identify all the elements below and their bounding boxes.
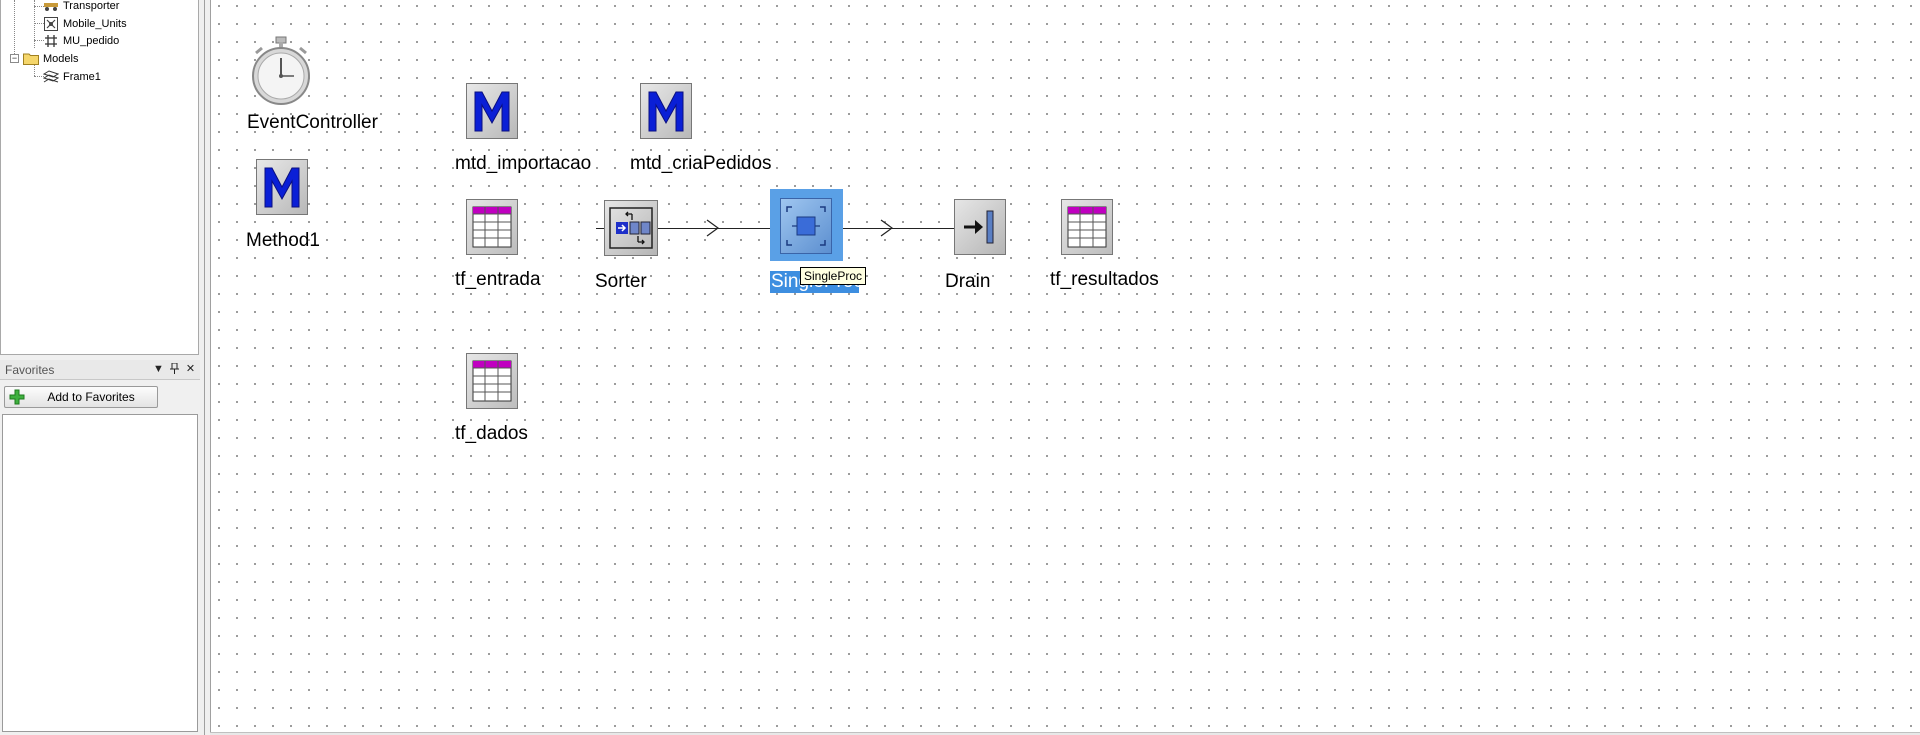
tf-entrada-label: tf_entrada [455, 269, 541, 290]
pin-icon[interactable] [168, 362, 181, 376]
event-controller-label: EventController [247, 112, 378, 133]
connector-arrow-icon [880, 219, 894, 237]
frame-icon [43, 69, 59, 84]
method1-label: Method1 [246, 230, 320, 251]
drain-label: Drain [945, 271, 991, 292]
transporter-icon [43, 0, 59, 13]
class-library-tree[interactable]: Transporter Mobile_Units MU_pedido − Mod… [0, 0, 199, 355]
mtd-criapedidos-label: mtd_criaPedidos [630, 153, 772, 174]
table-file-icon [466, 199, 518, 255]
mtd-importacao-label: mtd_importacao [455, 153, 592, 174]
tree-item-label: Frame1 [63, 70, 101, 83]
close-icon[interactable]: ✕ [184, 363, 197, 376]
add-to-favorites-label: Add to Favorites [47, 390, 135, 404]
sorter-label: Sorter [595, 271, 647, 292]
event-controller-object[interactable] [250, 35, 312, 109]
collapse-models-toggle[interactable]: − [10, 54, 19, 63]
mu-grid-icon [43, 34, 59, 48]
favorites-list[interactable] [2, 414, 198, 732]
sorter-icon [604, 200, 658, 256]
tree-connector [14, 0, 15, 58]
dropdown-icon[interactable]: ▼ [152, 363, 165, 376]
connector-singleproc-drain[interactable] [838, 228, 956, 229]
favorites-header: Favorites ▼ ✕ [0, 360, 200, 380]
tree-item-label: Transporter [63, 0, 120, 12]
method1-object[interactable] [256, 159, 308, 215]
mobile-units-icon [43, 16, 59, 31]
tree-item-label: Models [43, 52, 79, 65]
tf-resultados-label: tf_resultados [1050, 269, 1159, 290]
add-to-favorites-button[interactable]: Add to Favorites [4, 386, 158, 408]
mtd-importacao-object[interactable] [466, 83, 518, 139]
table-file-icon [1061, 199, 1113, 255]
singleproc-object[interactable] [780, 198, 832, 254]
tree-item-models[interactable]: Models [23, 50, 78, 67]
folder-icon [23, 52, 39, 66]
method-m-icon [466, 83, 518, 139]
favorites-title: Favorites [5, 362, 55, 377]
table-file-icon [466, 353, 518, 409]
tree-item-frame1[interactable]: Frame1 [43, 68, 101, 85]
mtd-criapedidos-object[interactable] [640, 83, 692, 139]
drain-icon [954, 199, 1006, 255]
tree-item-label: Mobile_Units [63, 17, 127, 30]
tree-item-mobile-units[interactable]: Mobile_Units [43, 15, 127, 32]
tf-dados-label: tf_dados [455, 423, 528, 444]
single-proc-icon [780, 198, 832, 254]
method-m-icon [256, 159, 308, 215]
tf-entrada-object[interactable] [466, 199, 518, 255]
tf-dados-object[interactable] [466, 353, 518, 409]
drain-object[interactable] [954, 199, 1006, 255]
plus-icon [9, 389, 25, 405]
tree-item-mu-pedido[interactable]: MU_pedido [43, 32, 119, 49]
singleproc-tooltip: SingleProc [800, 267, 867, 285]
tree-item-transporter[interactable]: Transporter [43, 0, 119, 14]
tree-item-label: MU_pedido [63, 34, 120, 47]
left-panel: Transporter Mobile_Units MU_pedido − Mod… [0, 0, 205, 735]
sorter-object[interactable] [604, 200, 658, 256]
connector-arrow-icon [706, 219, 720, 237]
method-m-icon [640, 83, 692, 139]
tf-resultados-object[interactable] [1061, 199, 1113, 255]
stopwatch-icon [252, 36, 310, 105]
